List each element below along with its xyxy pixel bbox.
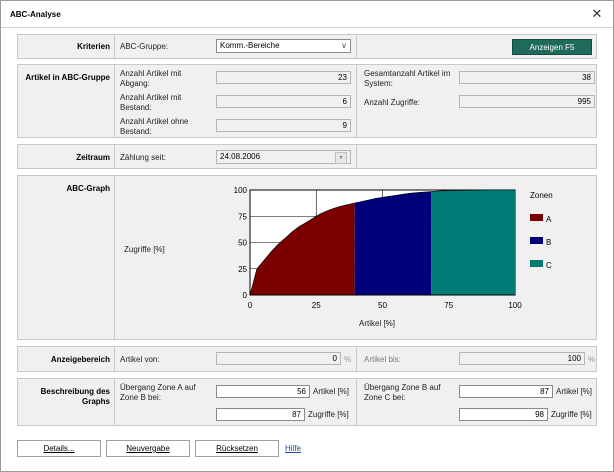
zone-ab-accesses-unit: Zugriffe [%] bbox=[308, 410, 349, 419]
legend-label-b: B bbox=[546, 238, 551, 247]
abc-group-select[interactable]: Komm.-Bereiche ∨ bbox=[216, 39, 351, 53]
reassign-button-label: Neuvergabe bbox=[126, 444, 170, 453]
display-range-panel: Anzeigebereich Artikel von: 0 % Artikel … bbox=[17, 346, 597, 372]
x-tick-label: 0 bbox=[248, 301, 253, 310]
graph-panel: ABC-Graph Zugriffe [%] Artikel [%] 0 25 50… bbox=[17, 175, 597, 340]
details-button-label: Details... bbox=[43, 444, 75, 453]
chevron-down-icon: ∨ bbox=[341, 41, 347, 50]
window-title: ABC-Analyse bbox=[10, 10, 61, 19]
description-panel: Beschreibung des Graphs Übergang Zone A … bbox=[17, 378, 597, 426]
x-axis-label: Artikel [%] bbox=[359, 319, 396, 328]
details-button[interactable]: Details... bbox=[17, 440, 101, 457]
zone-ab-label: Übergang Zone A auf Zone B bei: bbox=[120, 383, 196, 402]
zone-bc-articles-unit: Artikel [%] bbox=[556, 387, 593, 396]
y-axis-label: Zugriffe [%] bbox=[124, 245, 165, 254]
close-icon[interactable]: ✕ bbox=[589, 6, 605, 22]
count-outflow-field: 23 bbox=[216, 71, 351, 84]
y-tick-label: 50 bbox=[238, 239, 247, 248]
y-tick-label: 75 bbox=[238, 212, 247, 221]
count-nostock-field: 9 bbox=[216, 119, 351, 132]
display-range-section-label: Anzeigebereich bbox=[50, 355, 110, 364]
abc-group-label: ABC-Gruppe: bbox=[120, 42, 169, 51]
access-count-field: 995 bbox=[459, 95, 595, 108]
zone-ab-articles-field[interactable]: 56 bbox=[216, 385, 310, 398]
help-link[interactable]: Hilfe bbox=[285, 444, 301, 453]
articles-from-field: 0 bbox=[216, 352, 341, 365]
y-tick-label: 25 bbox=[238, 265, 247, 274]
legend-label-c: C bbox=[546, 261, 552, 270]
total-articles-field: 38 bbox=[459, 71, 595, 84]
articles-to-unit: % bbox=[588, 355, 596, 364]
articles-from-label: Artikel von: bbox=[120, 355, 160, 364]
criteria-section-label: Kriterien bbox=[77, 42, 110, 51]
zone-bc-label: Übergang Zone B auf Zone C bei: bbox=[364, 383, 441, 402]
x-tick-label: 75 bbox=[444, 301, 453, 310]
y-tick-label: 0 bbox=[243, 291, 248, 300]
zone-bc-accesses-unit: Zugriffe [%] bbox=[551, 410, 592, 419]
zone-b-area bbox=[354, 191, 432, 295]
articles-to-label: Artikel bis: bbox=[364, 355, 401, 364]
abc-group-value: Komm.-Bereiche bbox=[220, 41, 280, 50]
calendar-dropdown-icon: ▾ bbox=[335, 152, 347, 164]
count-nostock-label: Anzahl Artikel ohne Bestand: bbox=[120, 117, 189, 136]
title-bar: ABC-Analyse ✕ bbox=[1, 1, 613, 28]
description-section-label: Beschreibung des Graphs bbox=[40, 387, 110, 406]
articles-from-unit: % bbox=[344, 355, 352, 364]
show-button[interactable]: Anzeigen F5 bbox=[512, 39, 592, 55]
graph-section-label: ABC-Graph bbox=[66, 184, 110, 193]
legend-swatch-c bbox=[530, 260, 543, 267]
criteria-panel: Kriterien ABC-Gruppe: Komm.-Bereiche ∨ A… bbox=[17, 34, 597, 59]
zone-ab-accesses-field[interactable]: 87 bbox=[216, 408, 305, 421]
x-tick-label: 50 bbox=[378, 301, 387, 310]
count-since-value: 24.08.2006 bbox=[220, 152, 261, 161]
legend-title: Zonen bbox=[530, 191, 553, 200]
reassign-button[interactable]: Neuvergabe bbox=[106, 440, 190, 457]
period-section-label: Zeitraum bbox=[76, 153, 110, 162]
articles-section-label: Artikel in ABC-Gruppe bbox=[25, 73, 110, 82]
zone-ab-articles-unit: Artikel [%] bbox=[313, 387, 350, 396]
legend-swatch-a bbox=[530, 214, 543, 221]
reset-button-label: Rücksetzen bbox=[216, 444, 258, 453]
x-tick-label: 25 bbox=[312, 301, 321, 310]
count-since-date: 24.08.2006 ▾ bbox=[216, 150, 351, 164]
count-stock-label: Anzahl Artikel mit Bestand: bbox=[120, 93, 182, 112]
count-outflow-label: Anzahl Artikel mit Abgang: bbox=[120, 69, 182, 88]
period-panel: Zeitraum Zählung seit: 24.08.2006 ▾ bbox=[17, 144, 597, 169]
total-articles-label: Gesamtanzahl Artikel im System: bbox=[364, 69, 451, 88]
articles-panel: Artikel in ABC-Gruppe Anzahl Artikel mit… bbox=[17, 64, 597, 138]
zone-bc-accesses-field[interactable]: 98 bbox=[459, 408, 548, 421]
access-count-label: Anzahl Zugriffe: bbox=[364, 98, 420, 107]
abc-chart: 0 25 50 75 100 0 25 50 75 100 Zonen A B C bbox=[234, 186, 553, 310]
legend-swatch-b bbox=[530, 237, 543, 244]
zone-c-area bbox=[431, 190, 515, 295]
articles-to-field: 100 bbox=[459, 352, 585, 365]
y-tick-label: 100 bbox=[234, 186, 248, 195]
zone-bc-articles-field[interactable]: 87 bbox=[459, 385, 553, 398]
reset-button[interactable]: Rücksetzen bbox=[195, 440, 279, 457]
count-stock-field: 6 bbox=[216, 95, 351, 108]
abc-analysis-window: ABC-Analyse ✕ Kriterien ABC-Gruppe: Komm… bbox=[0, 0, 614, 472]
count-since-label: Zählung seit: bbox=[120, 153, 166, 162]
x-tick-label: 100 bbox=[508, 301, 522, 310]
legend-label-a: A bbox=[546, 215, 552, 224]
